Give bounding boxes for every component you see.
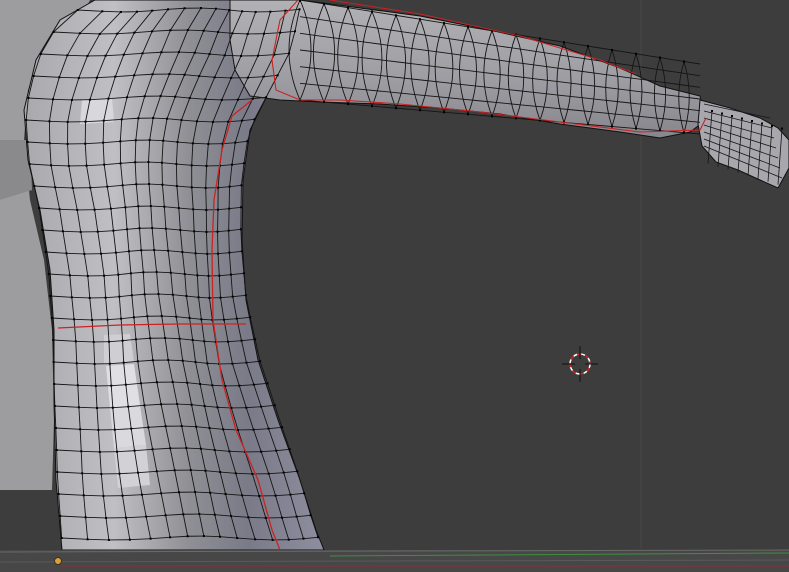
3d-cursor-icon[interactable] (562, 346, 598, 382)
3d-viewport[interactable] (0, 0, 789, 572)
object-origin-icon[interactable] (54, 557, 62, 565)
arm-mesh[interactable] (229, 0, 707, 139)
scene-canvas[interactable] (0, 0, 789, 572)
